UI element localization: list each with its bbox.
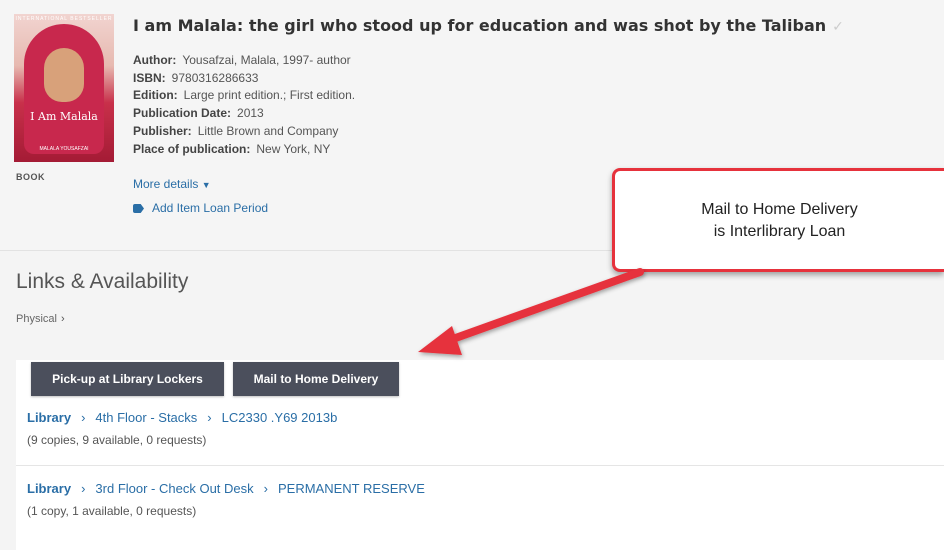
cover-title: I Am Malala [30, 110, 98, 123]
detail-value: Yousafzai, Malala, 1997- author [182, 53, 351, 67]
detail-value: Little Brown and Company [197, 123, 339, 138]
holding-location-2[interactable]: Library › 3rd Floor - Check Out Desk › PERMA… [27, 481, 425, 496]
detail-publisher: Publisher: Little Brown and Company [133, 123, 355, 141]
book-cover-image[interactable]: INTERNATIONAL BESTSELLER I Am Malala MAL… [14, 14, 114, 162]
cover-top-text: INTERNATIONAL BESTSELLER [15, 16, 113, 22]
holding-location-1[interactable]: Library › 4th Floor - Stacks › LC2330 .Y69 2… [27, 410, 337, 425]
chevron-right-icon: › [207, 410, 212, 425]
chevron-right-icon: › [81, 481, 86, 496]
detail-value: New York, NY [256, 141, 331, 156]
links-availability-heading: Links & Availability [16, 270, 189, 293]
mail-home-delivery-button[interactable]: Mail to Home Delivery [233, 362, 399, 396]
detail-label: Place of publication: [133, 141, 251, 156]
holding-call-number[interactable]: LC2330 .Y69 2013b [222, 410, 338, 425]
chevron-right-icon: › [60, 313, 65, 325]
annotation-callout: Mail to Home Delivery is Interlibrary Lo… [612, 168, 944, 272]
detail-label: Author: [133, 53, 177, 67]
cover-author: MALALA YOUSAFZAI [39, 146, 89, 152]
record-title[interactable]: I am Malala: the girl who stood up for e… [133, 16, 844, 35]
detail-author: Author: Yousafzai, Malala, 1997- author [133, 52, 355, 70]
detail-value: 9780316286633 [171, 70, 259, 85]
detail-value: Large print edition.; First edition. [183, 88, 356, 103]
holding-divider [16, 465, 944, 466]
callout-line-1: Mail to Home Delivery [701, 201, 858, 218]
checkmark-icon: ✓ [832, 19, 844, 35]
physical-breadcrumb[interactable]: Physical › [16, 313, 65, 325]
caret-down-icon: ▼ [201, 180, 211, 190]
detail-edition: Edition: Large print edition.; First edit… [133, 87, 355, 105]
cover-face [44, 48, 84, 102]
add-item-loan-period-link[interactable]: Add Item Loan Period [133, 201, 268, 215]
detail-publication-date: Publication Date: 2013 [133, 105, 355, 123]
holding-library[interactable]: Library [27, 410, 71, 425]
detail-label: Publication Date: [133, 106, 232, 121]
holding-call-number[interactable]: PERMANENT RESERVE [278, 481, 425, 496]
holding-location[interactable]: 3rd Floor - Check Out Desk [95, 481, 253, 496]
add-loan-label[interactable]: Add Item Loan Period [152, 201, 268, 215]
detail-value: 2013 [237, 106, 264, 121]
tag-icon [133, 204, 144, 213]
holding-status-2: (1 copy, 1 available, 0 requests) [27, 504, 197, 518]
detail-isbn: ISBN: 9780316286633 [133, 70, 355, 88]
holding-location[interactable]: 4th Floor - Stacks [95, 410, 197, 425]
record-title-text[interactable]: I am Malala: the girl who stood up for e… [133, 16, 826, 35]
more-details-link[interactable]: More details ▼ [133, 177, 211, 191]
detail-place: Place of publication: New York, NY [133, 141, 355, 159]
holding-library[interactable]: Library [27, 481, 71, 496]
more-details-label[interactable]: More details [133, 177, 198, 191]
chevron-right-icon: › [81, 410, 86, 425]
record-details: Author: Yousafzai, Malala, 1997- author I… [133, 52, 355, 158]
pickup-library-lockers-button[interactable]: Pick-up at Library Lockers [31, 362, 224, 396]
chevron-right-icon: › [263, 481, 268, 496]
detail-label: ISBN: [133, 70, 166, 85]
detail-label: Publisher: [133, 123, 192, 138]
resource-type-label: BOOK [16, 172, 45, 182]
callout-line-2: is Interlibrary Loan [713, 223, 846, 240]
detail-label: Edition: [133, 88, 178, 103]
physical-label[interactable]: Physical [16, 313, 57, 325]
holding-status-1: (9 copies, 9 available, 0 requests) [27, 433, 207, 447]
